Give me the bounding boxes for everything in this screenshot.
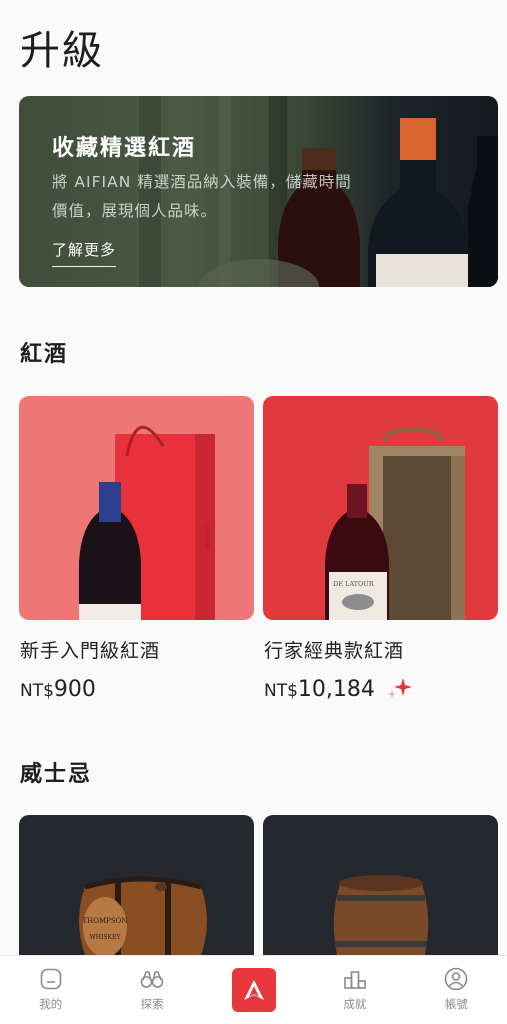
product-card-starter-wine[interactable]: AIFIAN <box>19 396 254 620</box>
product-card-whisky-cask[interactable] <box>263 815 498 955</box>
whisky-barrel-illustration: THOMPSON WHISKEY <box>79 876 207 955</box>
price-currency: NT$ <box>20 681 54 701</box>
learn-more-link[interactable]: 了解更多 <box>52 239 117 267</box>
page-title: 升級 <box>20 28 104 74</box>
product-name: 新手入門級紅酒 <box>20 640 161 662</box>
tab-home[interactable] <box>203 956 304 1024</box>
product-card-whisky-barrel[interactable]: THOMPSON WHISKEY <box>19 815 254 955</box>
wine-wooden-box-illustration: DE LATOUR <box>325 428 465 620</box>
sparkle-icon <box>388 678 412 698</box>
tab-account[interactable]: 帳號 <box>406 956 507 1024</box>
tab-label: 成就 <box>343 997 367 1011</box>
wine-gift-bag-illustration: AIFIAN <box>79 425 215 620</box>
hero-title: 收藏精選紅酒 <box>52 136 197 161</box>
tab-achievements[interactable]: 成就 <box>304 956 405 1024</box>
price-currency: NT$ <box>264 681 298 701</box>
product-image: THOMPSON WHISKEY <box>19 815 254 955</box>
profile-card-icon <box>40 968 62 990</box>
price-value: 10,184 <box>297 677 375 702</box>
bottom-tab-bar: 我的 探索 成就 帳號 <box>0 955 507 1024</box>
tab-explore[interactable]: 探索 <box>101 956 202 1024</box>
product-image <box>263 815 498 955</box>
podium-icon <box>344 971 366 989</box>
binoculars-icon <box>140 971 164 988</box>
whisky-cask-illustration <box>333 875 429 955</box>
section-title-red-wine: 紅酒 <box>20 342 69 367</box>
section-title-whisky: 威士忌 <box>20 762 93 787</box>
tab-mine[interactable]: 我的 <box>0 956 101 1024</box>
hero-banner[interactable]: 收藏精選紅酒 將 AIFIAN 精選酒品納入裝備，儲藏時間價值，展現個人品味。 … <box>19 96 498 287</box>
product-image: AIFIAN <box>19 396 254 620</box>
product-image: DE LATOUR <box>263 396 498 620</box>
bag-brand-label: AIFIAN <box>203 526 211 549</box>
barrel-brand-label: THOMPSON <box>82 917 127 925</box>
product-price: NT$10,184 <box>264 677 375 702</box>
account-icon <box>445 967 468 991</box>
aifian-logo-icon <box>231 968 276 1012</box>
barrel-sub-label: WHISKEY <box>90 934 122 941</box>
product-card-classic-wine[interactable]: DE LATOUR <box>263 396 498 620</box>
tab-label: 我的 <box>39 997 63 1011</box>
bottle-label-text: DE LATOUR <box>333 580 375 588</box>
tab-label: 探索 <box>140 997 164 1011</box>
hero-description: 將 AIFIAN 精選酒品納入裝備，儲藏時間價值，展現個人品味。 <box>52 173 352 220</box>
price-value: 900 <box>53 677 96 702</box>
tab-label: 帳號 <box>444 997 468 1011</box>
product-price: NT$900 <box>20 677 96 702</box>
product-name: 行家經典款紅酒 <box>264 640 405 662</box>
